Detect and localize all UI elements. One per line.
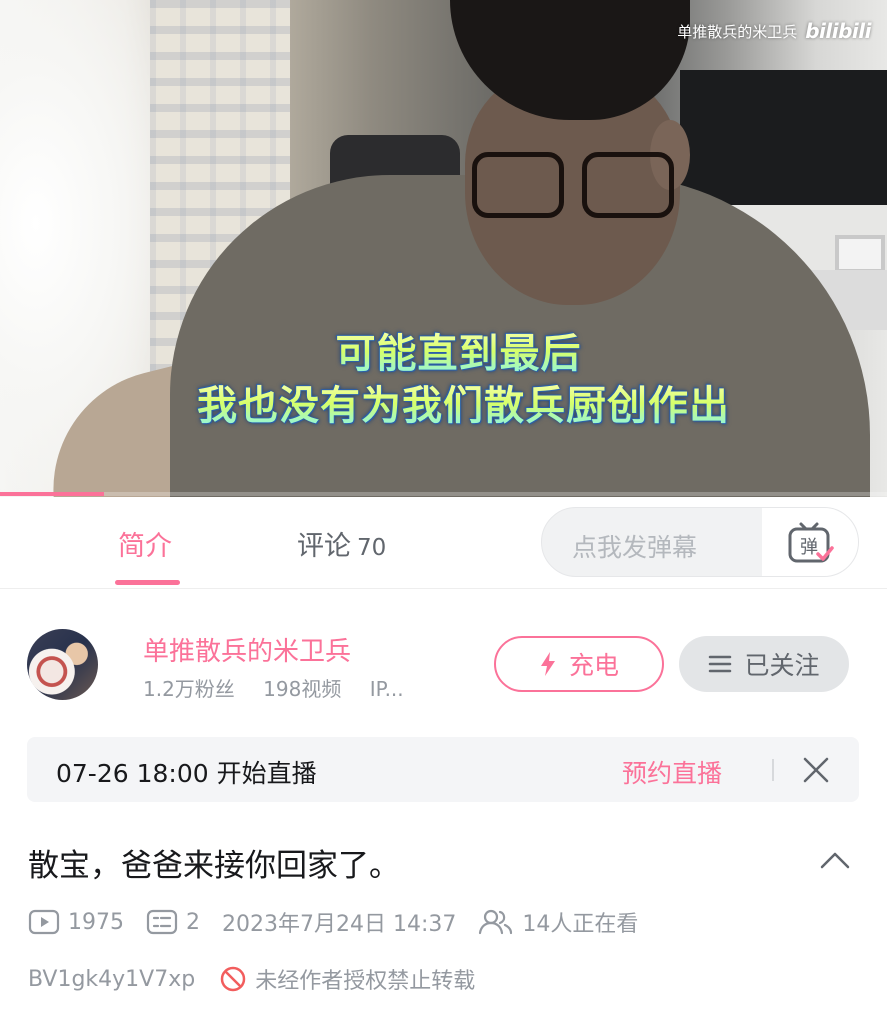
watching-now: 14人正在看 [478, 906, 638, 938]
video-id-line: BV1gk4y1V7xp 未经作者授权禁止转载 [28, 962, 475, 996]
close-icon[interactable] [800, 754, 832, 786]
follow-button[interactable]: 已关注 [679, 636, 849, 692]
video-bvid[interactable]: BV1gk4y1V7xp [28, 967, 195, 992]
danmaku-input[interactable]: 点我发弹幕 弹 [541, 507, 859, 577]
banner-divider [772, 759, 774, 781]
uploader-stats: 1.2万粉丝 198视频 IP... [143, 673, 426, 702]
uploader-fans: 1.2万粉丝 [143, 677, 235, 701]
bilibili-logo: bilibili [805, 19, 871, 43]
uploader-ip: IP... [369, 677, 404, 701]
play-icon [28, 909, 60, 935]
menu-lines-icon [709, 655, 732, 673]
subtitle-line: 我也没有为我们散兵厨创作出 [40, 380, 887, 432]
danmaku-count-value: 2 [186, 909, 200, 935]
uploader-avatar[interactable] [27, 629, 98, 700]
tab-intro[interactable]: 简介 [118, 524, 172, 563]
subtitle-line: 可能直到最后 [30, 328, 887, 380]
video-watermark: 单推散兵的米卫兵 bilibili [677, 19, 871, 43]
video-frame-glasses [470, 152, 680, 222]
viewers-icon [479, 909, 513, 935]
live-reservation-banner: 07-26 18:00 开始直播 预约直播 [27, 737, 859, 802]
publish-time: 2023年7月24日 14:37 [222, 912, 457, 937]
uploader-name[interactable]: 单推散兵的米卫兵 [143, 631, 351, 668]
danmaku-placeholder: 点我发弹幕 [572, 533, 698, 562]
tab-active-indicator [115, 580, 180, 585]
video-progress-fill [0, 492, 104, 496]
watching-now-value: 14人正在看 [522, 912, 639, 937]
copyright-text: 未经作者授权禁止转载 [255, 969, 476, 994]
tab-comments[interactable]: 评论 70 [297, 524, 386, 563]
danmaku-count: 2 [146, 909, 200, 935]
svg-text:弹: 弹 [800, 537, 818, 558]
video-title: 散宝，爸爸来接你回家了。 [28, 848, 400, 884]
danmaku-icon [146, 909, 178, 935]
video-frame-picture [835, 235, 885, 273]
tab-comments-label: 评论 [297, 531, 351, 562]
tab-intro-label: 简介 [118, 531, 172, 562]
play-count-value: 1975 [68, 909, 124, 935]
charge-button[interactable]: 充电 [494, 636, 664, 692]
uploader-videos: 198视频 [263, 677, 342, 701]
reserve-live-button[interactable]: 预约直播 [622, 754, 722, 790]
danmaku-toggle-icon: 弹 [788, 522, 834, 563]
charge-label: 充电 [568, 651, 619, 680]
live-start-time: 07-26 18:00 开始直播 [56, 759, 317, 788]
video-progress-bar[interactable] [0, 492, 887, 496]
lightning-icon [540, 652, 555, 676]
video-player[interactable]: 单推散兵的米卫兵 bilibili 可能直到最后 我也没有为我们散兵厨创作出 [0, 0, 887, 497]
watermark-author: 单推散兵的米卫兵 [677, 22, 798, 41]
tab-bar: 简介 评论 70 点我发弹幕 弹 [0, 497, 887, 589]
danmaku-toggle-button[interactable]: 弹 [762, 508, 858, 576]
video-meta: 1975 2 2023年7月24日 14:37 14人正在看 [28, 905, 660, 939]
forbidden-icon [220, 966, 246, 992]
chevron-up-icon[interactable] [819, 848, 851, 872]
copyright-notice: 未经作者授权禁止转载 [219, 963, 475, 995]
video-frame-tv [680, 70, 887, 205]
video-subtitles: 可能直到最后 我也没有为我们散兵厨创作出 [0, 328, 887, 432]
follow-label: 已关注 [744, 651, 820, 680]
play-count: 1975 [28, 909, 124, 935]
tab-comments-count: 70 [357, 535, 387, 561]
